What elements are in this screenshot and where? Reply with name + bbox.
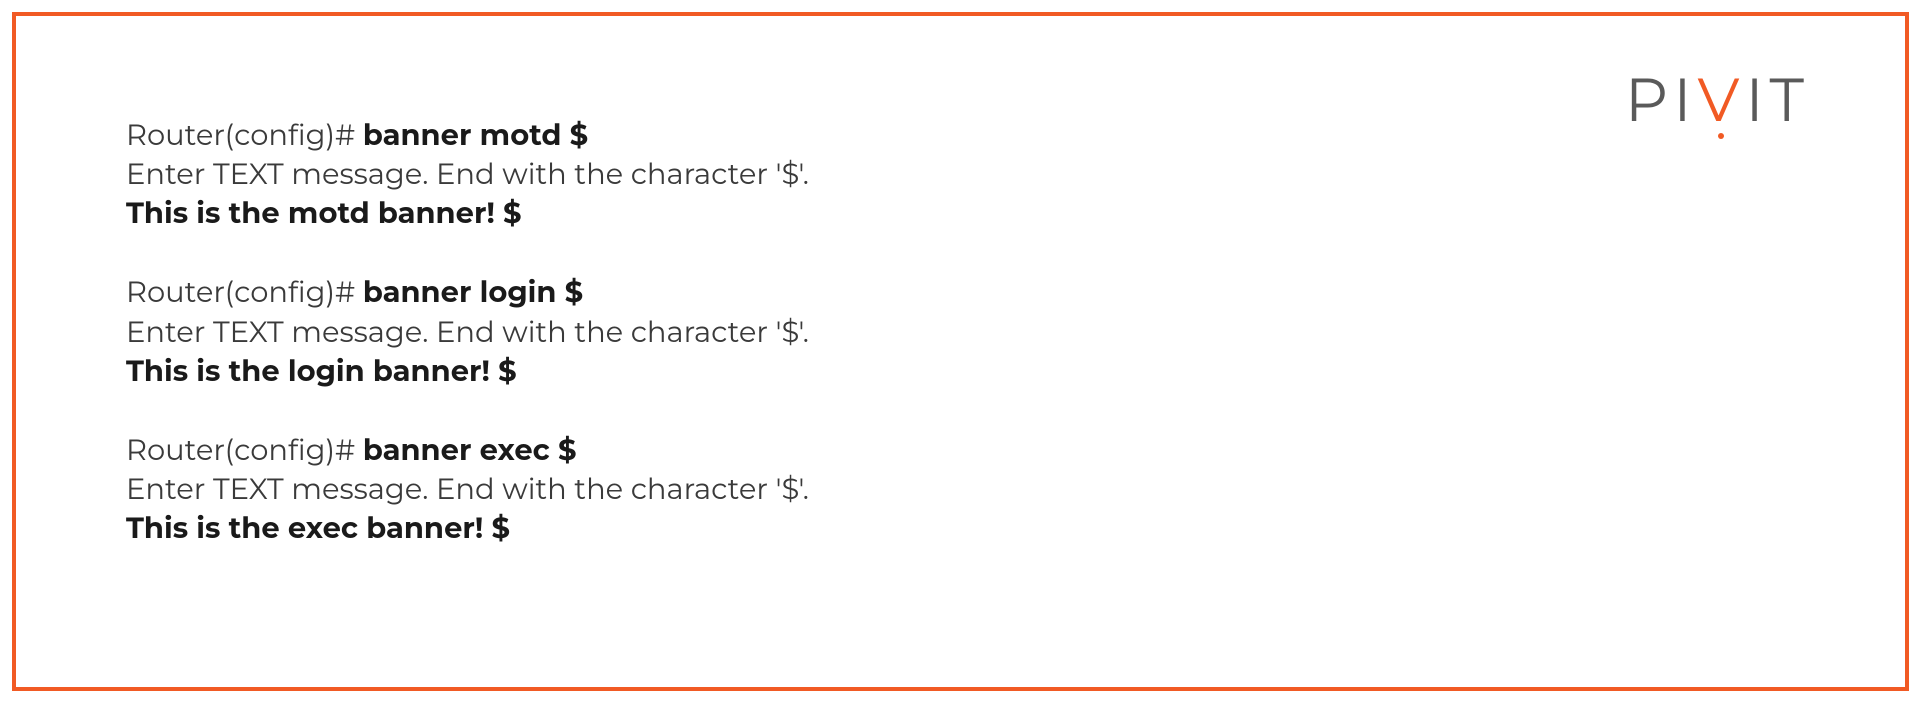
- cli-input-line: This is the login banner! $: [126, 352, 809, 391]
- cli-info-line: Enter TEXT message. End with the charact…: [126, 470, 809, 509]
- cli-prompt-line: Router(config)# banner motd $: [126, 116, 809, 155]
- logo-part2: IT: [1745, 64, 1810, 137]
- cli-block-exec: Router(config)# banner exec $ Enter TEXT…: [126, 431, 809, 548]
- cli-prompt-command: banner exec $: [363, 433, 577, 468]
- cli-info-line: Enter TEXT message. End with the charact…: [126, 155, 809, 194]
- cli-prompt-line: Router(config)# banner login $: [126, 273, 809, 312]
- cli-prompt-prefix: Router(config)#: [126, 275, 363, 310]
- cli-input-line: This is the motd banner! $: [126, 194, 809, 233]
- cli-prompt-command: banner login $: [363, 275, 583, 310]
- cli-prompt-line: Router(config)# banner exec $: [126, 431, 809, 470]
- cli-block-login: Router(config)# banner login $ Enter TEX…: [126, 273, 809, 390]
- cli-input-line: This is the exec banner! $: [126, 509, 809, 548]
- logo-part1: PI: [1625, 64, 1698, 137]
- cli-prompt-command: banner motd $: [363, 118, 588, 153]
- cli-content: Router(config)# banner motd $ Enter TEXT…: [126, 116, 809, 548]
- document-frame: PIVIT Router(config)# banner motd $ Ente…: [12, 12, 1909, 691]
- logo-accent: V: [1698, 71, 1746, 131]
- pivit-logo: PIVIT: [1625, 71, 1810, 131]
- cli-info-line: Enter TEXT message. End with the charact…: [126, 313, 809, 352]
- cli-prompt-prefix: Router(config)#: [126, 433, 363, 468]
- cli-block-motd: Router(config)# banner motd $ Enter TEXT…: [126, 116, 809, 233]
- cli-prompt-prefix: Router(config)#: [126, 118, 363, 153]
